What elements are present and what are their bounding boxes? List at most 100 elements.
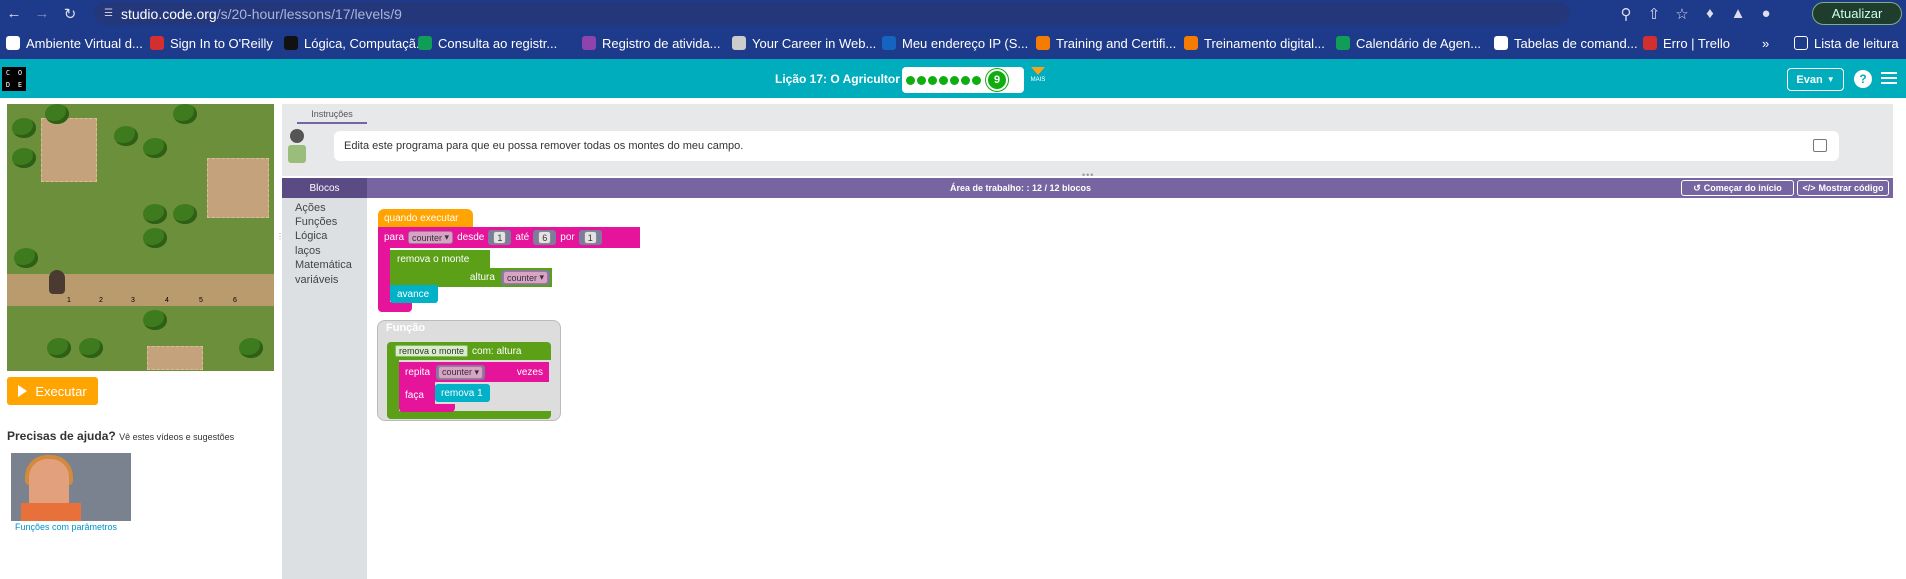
show-code-button[interactable]: </> Mostrar código xyxy=(1797,180,1889,196)
for-to-value[interactable]: 6 xyxy=(538,231,552,244)
bookmark-icon xyxy=(150,36,164,50)
remove-one-block[interactable]: remova 1 xyxy=(435,384,490,402)
for-by-number[interactable]: 1 xyxy=(578,230,602,245)
tree xyxy=(143,310,167,330)
labs-icon[interactable]: ▲ xyxy=(1724,5,1752,22)
repeat-arg-wrapper[interactable]: counter ▾ xyxy=(436,364,486,380)
progress-dot[interactable] xyxy=(917,75,926,85)
restart-button[interactable]: ↺ Começar do início xyxy=(1681,180,1794,196)
for-loop-block[interactable]: para counter ▾ desde 1 até 6 por 1 xyxy=(378,227,640,248)
bookmark-item[interactable]: Calendário de Agen... xyxy=(1336,27,1481,59)
function-foot xyxy=(387,411,551,419)
repeat-block[interactable]: repita counter ▾ vezes xyxy=(399,362,549,382)
share-icon[interactable]: ⇧ xyxy=(1640,5,1668,23)
bookmark-label: Sign In to O'Reilly xyxy=(170,35,273,51)
for-variable-dropdown[interactable]: counter ▾ xyxy=(408,231,454,244)
progress-dot[interactable] xyxy=(950,75,959,85)
tab-instructions[interactable]: Instruções xyxy=(297,106,367,124)
toolbox-title: Blocos xyxy=(282,178,367,198)
bookmark-icon xyxy=(1336,36,1350,50)
back-icon[interactable]: ← xyxy=(0,5,28,22)
codeorg-logo[interactable]: C O D E xyxy=(2,67,26,91)
progress-dot[interactable] xyxy=(961,75,970,85)
category-variables[interactable]: variáveis xyxy=(295,274,338,286)
bookmark-item[interactable]: Consulta ao registr... xyxy=(418,27,557,59)
video-thumbnail[interactable] xyxy=(11,453,131,521)
current-level-bubble[interactable]: 9 xyxy=(986,69,1008,91)
for-from-number[interactable]: 1 xyxy=(488,230,512,245)
progress-dot[interactable] xyxy=(939,75,948,85)
function-header-block[interactable]: remova o monte com: altura xyxy=(387,342,551,360)
star-icon[interactable]: ☆ xyxy=(1668,5,1696,23)
bookmark-label: Your Career in Web... xyxy=(752,35,877,51)
bookmark-item[interactable]: Ambiente Virtual d... xyxy=(6,27,143,59)
logo-letter: E xyxy=(17,81,23,89)
bookmark-item[interactable]: Sign In to O'Reilly xyxy=(150,27,273,59)
update-button[interactable]: Atualizar xyxy=(1812,2,1902,25)
for-to-number[interactable]: 6 xyxy=(533,230,557,245)
run-button[interactable]: Executar xyxy=(7,377,98,405)
remove-pile-call-block[interactable]: remova o monte xyxy=(390,250,490,268)
category-functions[interactable]: Funções xyxy=(295,216,337,228)
more-bookmarks-button[interactable]: » xyxy=(1762,27,1769,59)
tree xyxy=(173,204,197,224)
collapse-instructions-icon[interactable] xyxy=(1813,139,1827,152)
restart-label: Começar do início xyxy=(1703,183,1782,193)
bookmark-item[interactable]: Registro de ativida... xyxy=(582,27,721,59)
hamburger-menu-icon[interactable] xyxy=(1881,72,1897,84)
for-from-value[interactable]: 1 xyxy=(493,231,507,244)
bookmark-label: Ambiente Virtual d... xyxy=(26,35,143,51)
repeat-arg-dropdown[interactable]: counter ▾ xyxy=(438,365,484,379)
pile-height-label: 5 xyxy=(199,297,203,304)
remove-arg-dropdown[interactable]: counter ▾ xyxy=(502,271,548,284)
profile-icon[interactable]: ● xyxy=(1752,5,1780,22)
extensions-icon[interactable]: ♦ xyxy=(1696,5,1724,22)
zoom-icon[interactable]: ⚲ xyxy=(1612,5,1640,23)
when-run-block[interactable]: quando executar xyxy=(378,209,473,227)
category-math[interactable]: Matemática xyxy=(295,259,352,271)
bookmark-item[interactable]: Lógica, Computaçã... xyxy=(284,27,427,59)
user-menu-button[interactable]: Evan ▼ xyxy=(1787,68,1844,91)
function-name-field[interactable]: remova o monte xyxy=(395,345,469,357)
tree xyxy=(47,338,71,358)
resize-handle[interactable]: ⋮ xyxy=(276,232,284,244)
category-loops[interactable]: laços xyxy=(295,245,321,257)
bookmark-item[interactable]: Training and Certifi... xyxy=(1036,27,1176,59)
bookmark-item[interactable]: Tabelas de comand... xyxy=(1494,27,1638,59)
reading-list-button[interactable]: Lista de leitura xyxy=(1794,27,1899,59)
forward-label: avance xyxy=(397,288,430,300)
url-path: /s/20-hour/lessons/17/levels/9 xyxy=(216,5,402,22)
forward-block[interactable]: avance xyxy=(390,285,438,303)
for-by-value[interactable]: 1 xyxy=(583,231,597,244)
category-logic[interactable]: Lógica xyxy=(295,230,327,242)
tree xyxy=(173,104,197,124)
bookmark-icon xyxy=(1643,36,1657,50)
lesson-title[interactable]: Lição 17: O Agricultor 3 xyxy=(775,72,910,86)
remove-arg-wrapper[interactable]: counter ▾ xyxy=(500,270,550,285)
progress-dot[interactable] xyxy=(928,75,937,85)
help-subtitle: Vê estes vídeos e sugestões xyxy=(119,432,235,442)
blockly-workspace[interactable] xyxy=(367,198,1893,579)
tree xyxy=(14,248,38,268)
progress-dot[interactable] xyxy=(972,75,981,85)
game-canvas[interactable]: 1 2 3 4 5 6 xyxy=(7,104,274,371)
tree xyxy=(12,118,36,138)
video-link[interactable]: Funções com parâmetros xyxy=(15,522,117,532)
bookmark-item[interactable]: Treinamento digital... xyxy=(1184,27,1325,59)
progress-dot[interactable] xyxy=(906,75,915,85)
function-param-label: com: altura xyxy=(472,345,522,357)
more-levels-button[interactable]: MAIS xyxy=(1028,67,1048,83)
site-info-icon[interactable]: ☰ xyxy=(104,8,113,19)
bookmark-item[interactable]: Erro | Trello xyxy=(1643,27,1730,59)
reload-icon[interactable]: ↻ xyxy=(56,5,84,23)
logo-letter: D xyxy=(5,81,11,89)
forward-icon[interactable]: → xyxy=(28,5,56,22)
pile-height-label: 6 xyxy=(233,297,237,304)
tree xyxy=(45,104,69,124)
bookmark-item[interactable]: Your Career in Web... xyxy=(732,27,876,59)
category-actions[interactable]: Ações xyxy=(295,202,326,214)
for-variable-value: counter xyxy=(412,232,443,243)
address-bar[interactable]: ☰ studio.code.org/s/20-hour/lessons/17/l… xyxy=(94,2,1570,25)
help-icon[interactable]: ? xyxy=(1854,70,1872,88)
bookmark-item[interactable]: Meu endereço IP (S... xyxy=(882,27,1028,59)
